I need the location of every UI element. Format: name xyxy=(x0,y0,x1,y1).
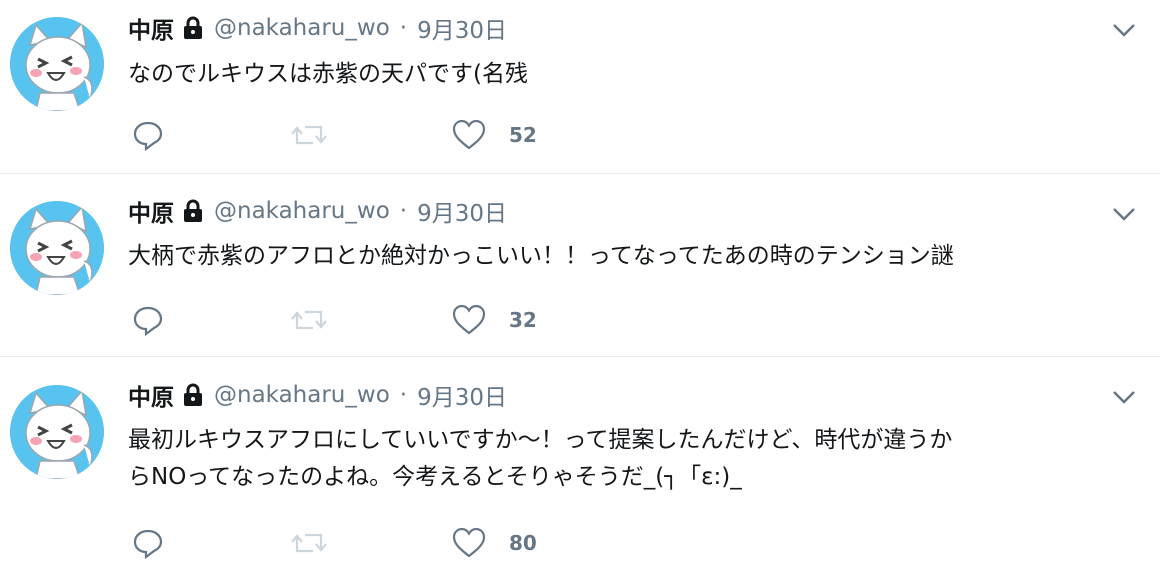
author-name[interactable]: 中原 xyxy=(128,11,174,45)
retweet-icon xyxy=(289,527,329,563)
lock-icon xyxy=(182,16,204,40)
chevron-down-icon[interactable] xyxy=(1110,387,1138,407)
reply-icon[interactable] xyxy=(132,119,164,155)
tweet-date[interactable]: 9月30日 xyxy=(417,378,507,412)
heart-icon[interactable] xyxy=(452,527,486,563)
reply-icon[interactable] xyxy=(132,304,164,340)
heart-icon[interactable] xyxy=(452,119,486,155)
chevron-down-icon[interactable] xyxy=(1110,204,1138,224)
tweet-text: 大柄で赤紫のアフロとか絶対かっこいい！！ってなってたあの時のテンション謎 xyxy=(128,238,954,275)
like-count: 80 xyxy=(509,531,537,555)
author-handle[interactable]: @nakaharu_wo xyxy=(214,198,390,224)
tweet-text-line: なのでルキウスは赤紫の天パです(名残 xyxy=(128,61,528,87)
tweet-text: なのでルキウスは赤紫の天パです(名残 xyxy=(128,56,528,93)
like-count: 52 xyxy=(509,123,537,147)
cat-avatar-icon[interactable] xyxy=(10,17,104,111)
author-name[interactable]: 中原 xyxy=(128,378,174,412)
like-count: 32 xyxy=(509,308,537,332)
tweet[interactable]: 中原 @nakaharu_wo · 9月30日 大柄で赤紫のアフロとか絶対かっこ… xyxy=(0,174,1160,356)
heart-icon[interactable] xyxy=(452,304,486,340)
tweet[interactable]: 中原 @nakaharu_wo · 9月30日 最初ルキウスアフロにしていいです… xyxy=(0,357,1160,574)
separator-dot: · xyxy=(399,382,408,408)
separator-dot: · xyxy=(399,198,408,224)
reply-icon[interactable] xyxy=(132,527,164,563)
lock-icon xyxy=(182,383,204,407)
author-handle[interactable]: @nakaharu_wo xyxy=(214,15,390,41)
lock-icon xyxy=(182,199,204,223)
tweet-header: 中原 @nakaharu_wo · 9月30日 xyxy=(128,11,507,45)
author-handle[interactable]: @nakaharu_wo xyxy=(214,382,390,408)
cat-avatar-icon[interactable] xyxy=(10,201,104,295)
tweet-date[interactable]: 9月30日 xyxy=(417,11,507,45)
separator-dot: · xyxy=(399,15,408,41)
tweet-text-line: 大柄で赤紫のアフロとか絶対かっこいい！！ってなってたあの時のテンション謎 xyxy=(128,243,954,269)
tweet-text-line: らNOってなったのよね。今考えるとそりゃそうだ_(┐「ε:)_ xyxy=(128,464,742,490)
chevron-down-icon[interactable] xyxy=(1110,20,1138,40)
retweet-icon xyxy=(289,119,329,155)
tweet-date[interactable]: 9月30日 xyxy=(417,194,507,228)
tweet-text: 最初ルキウスアフロにしていいですか〜！って提案したんだけど、時代が違うか らNO… xyxy=(128,422,952,496)
retweet-icon xyxy=(289,304,329,340)
cat-avatar-icon[interactable] xyxy=(10,385,104,479)
tweet-text-line: 最初ルキウスアフロにしていいですか〜！って提案したんだけど、時代が違うか xyxy=(128,427,953,453)
tweet[interactable]: 中原 @nakaharu_wo · 9月30日 なのでルキウスは赤紫の天パです(… xyxy=(0,0,1160,173)
tweet-header: 中原 @nakaharu_wo · 9月30日 xyxy=(128,378,507,412)
tweet-header: 中原 @nakaharu_wo · 9月30日 xyxy=(128,194,507,228)
author-name[interactable]: 中原 xyxy=(128,194,174,228)
